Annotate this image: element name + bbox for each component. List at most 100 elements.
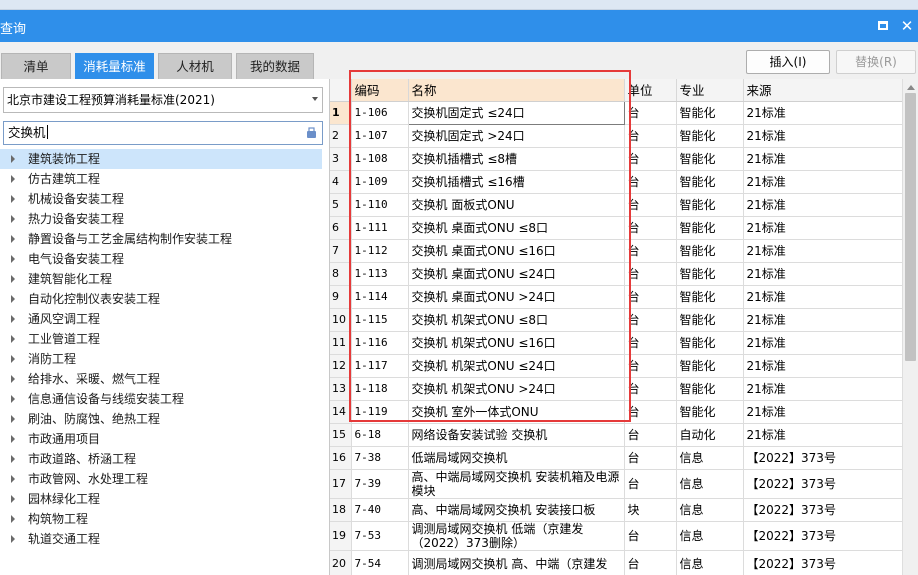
cell-code[interactable]: 7-39 xyxy=(351,469,409,499)
cell-major[interactable]: 信息 xyxy=(676,498,744,522)
cell-source[interactable]: 【2022】373号 xyxy=(743,446,902,470)
row-number[interactable]: 2 xyxy=(330,124,352,148)
cell-major[interactable]: 信息 xyxy=(676,469,744,499)
row-number[interactable]: 16 xyxy=(330,446,352,470)
tree-item[interactable]: 刷油、防腐蚀、绝热工程 xyxy=(0,409,330,429)
cell-major[interactable]: 智能化 xyxy=(676,308,744,332)
row-number[interactable]: 14 xyxy=(330,400,352,424)
cell-unit[interactable]: 台 xyxy=(624,147,677,171)
tree-item[interactable]: 轨道交通工程 xyxy=(0,529,330,549)
row-number[interactable]: 3 xyxy=(330,147,352,171)
row-number[interactable]: 15 xyxy=(330,423,352,447)
expand-arrow-icon[interactable] xyxy=(11,335,15,343)
tree-item[interactable]: 电气设备安装工程 xyxy=(0,249,330,269)
expand-arrow-icon[interactable] xyxy=(11,295,15,303)
cell-source[interactable]: 21标准 xyxy=(743,377,902,401)
expand-arrow-icon[interactable] xyxy=(11,375,15,383)
table-row[interactable]: 6 1-111 交换机 桌面式ONU ≤8口台智能化 21标准 xyxy=(330,216,902,240)
cell-major[interactable]: 信息 xyxy=(676,550,744,575)
replace-button[interactable]: 替换(R) xyxy=(836,50,916,74)
expand-arrow-icon[interactable] xyxy=(11,215,15,223)
cell-unit[interactable]: 台 xyxy=(624,170,677,194)
expand-arrow-icon[interactable] xyxy=(11,415,15,423)
maximize-icon[interactable] xyxy=(878,21,888,30)
expand-arrow-icon[interactable] xyxy=(11,175,15,183)
cell-name[interactable]: 交换机 桌面式ONU ≤16口 xyxy=(408,239,625,263)
cell-unit[interactable]: 台 xyxy=(624,354,677,378)
standard-select[interactable]: 北京市建设工程预算消耗量标准(2021) xyxy=(3,87,323,113)
expand-arrow-icon[interactable] xyxy=(11,455,15,463)
cell-name[interactable]: 调测局域网交换机 低端（京建发（2022）373删除） xyxy=(408,521,625,551)
row-number[interactable]: 13 xyxy=(330,377,352,401)
row-number[interactable]: 20 xyxy=(330,550,352,575)
cell-name[interactable]: 交换机 机架式ONU >24口 xyxy=(408,377,625,401)
tree-item[interactable]: 给排水、采暖、燃气工程 xyxy=(0,369,330,389)
cell-code[interactable]: 1-112 xyxy=(351,239,409,263)
cell-source[interactable]: 【2022】373号 xyxy=(743,521,902,551)
cell-name[interactable]: 交换机 室外一体式ONU xyxy=(408,400,625,424)
expand-arrow-icon[interactable] xyxy=(11,475,15,483)
cell-major[interactable]: 智能化 xyxy=(676,193,744,217)
expand-arrow-icon[interactable] xyxy=(11,195,15,203)
cell-name[interactable]: 高、中端局域网交换机 安装接口板 xyxy=(408,498,625,522)
tree-item[interactable]: 构筑物工程 xyxy=(0,509,330,529)
cell-code[interactable]: 1-106 xyxy=(351,101,409,125)
cell-code[interactable]: 7-54 xyxy=(351,550,409,575)
search-clear-icon[interactable] xyxy=(305,126,318,139)
row-number[interactable]: 10 xyxy=(330,308,352,332)
table-row[interactable]: 11 1-116 交换机 机架式ONU ≤16口台智能化 21标准 xyxy=(330,331,902,355)
cell-name[interactable]: 交换机 桌面式ONU ≤24口 xyxy=(408,262,625,286)
expand-arrow-icon[interactable] xyxy=(11,355,15,363)
row-number[interactable]: 12 xyxy=(330,354,352,378)
vertical-scrollbar[interactable] xyxy=(902,79,918,575)
cell-code[interactable]: 1-107 xyxy=(351,124,409,148)
cell-name[interactable]: 交换机固定式 ≤24口 xyxy=(407,100,625,125)
cell-name[interactable]: 交换机插槽式 ≤16槽 xyxy=(408,170,625,194)
cell-unit[interactable]: 台 xyxy=(624,193,677,217)
cell-unit[interactable]: 台 xyxy=(624,400,677,424)
table-row[interactable]: 20 7-54 调测局域网交换机 高、中端（京建发台信息 【2022】373号 xyxy=(330,550,902,575)
table-row[interactable]: 1 1-106 交换机固定式 ≤24口台智能化 21标准 xyxy=(330,100,902,125)
scroll-thumb[interactable] xyxy=(905,93,916,361)
tree-item[interactable]: 建筑装饰工程 xyxy=(0,149,322,169)
cell-name[interactable]: 网络设备安装试验 交换机 xyxy=(408,423,625,447)
cell-source[interactable]: 【2022】373号 xyxy=(743,550,902,575)
tree-item[interactable]: 热力设备安装工程 xyxy=(0,209,330,229)
tree-item[interactable]: 工业管道工程 xyxy=(0,329,330,349)
tab-labor-material-machine[interactable]: 人材机 xyxy=(158,53,232,79)
tree-item[interactable]: 市政道路、桥涵工程 xyxy=(0,449,330,469)
cell-major[interactable]: 智能化 xyxy=(676,377,744,401)
cell-major[interactable]: 信息 xyxy=(676,446,744,470)
cell-unit[interactable]: 台 xyxy=(624,308,677,332)
cell-source[interactable]: 21标准 xyxy=(743,331,902,355)
cell-name[interactable]: 低端局域网交换机 xyxy=(408,446,625,470)
tree-item[interactable]: 通风空调工程 xyxy=(0,309,330,329)
cell-code[interactable]: 1-118 xyxy=(351,377,409,401)
cell-code[interactable]: 7-38 xyxy=(351,446,409,470)
table-row[interactable]: 18 7-40 高、中端局域网交换机 安装接口板块信息 【2022】373号 xyxy=(330,498,902,522)
expand-arrow-icon[interactable] xyxy=(11,515,15,523)
table-row[interactable]: 9 1-114 交换机 桌面式ONU >24口台智能化 21标准 xyxy=(330,285,902,309)
cell-source[interactable]: 21标准 xyxy=(743,170,902,194)
row-number[interactable]: 7 xyxy=(330,239,352,263)
header-major[interactable]: 专业 xyxy=(676,79,744,102)
header-source[interactable]: 来源 xyxy=(743,79,902,102)
cell-source[interactable]: 21标准 xyxy=(743,308,902,332)
expand-arrow-icon[interactable] xyxy=(11,155,15,163)
table-row[interactable]: 7 1-112 交换机 桌面式ONU ≤16口台智能化 21标准 xyxy=(330,239,902,263)
table-row[interactable]: 16 7-38 低端局域网交换机台信息 【2022】373号 xyxy=(330,446,902,470)
cell-major[interactable]: 智能化 xyxy=(676,147,744,171)
cell-source[interactable]: 21标准 xyxy=(743,262,902,286)
cell-major[interactable]: 自动化 xyxy=(676,423,744,447)
cell-unit[interactable]: 台 xyxy=(624,550,677,575)
table-row[interactable]: 4 1-109 交换机插槽式 ≤16槽台智能化 21标准 xyxy=(330,170,902,194)
row-number[interactable]: 8 xyxy=(330,262,352,286)
cell-code[interactable]: 7-53 xyxy=(351,521,409,551)
cell-unit[interactable]: 台 xyxy=(624,216,677,240)
cell-unit[interactable]: 台 xyxy=(624,446,677,470)
cell-code[interactable]: 1-119 xyxy=(351,400,409,424)
cell-major[interactable]: 智能化 xyxy=(676,124,744,148)
cell-source[interactable]: 【2022】373号 xyxy=(743,498,902,522)
cell-unit[interactable]: 块 xyxy=(624,498,677,522)
cell-unit[interactable]: 台 xyxy=(624,101,677,125)
